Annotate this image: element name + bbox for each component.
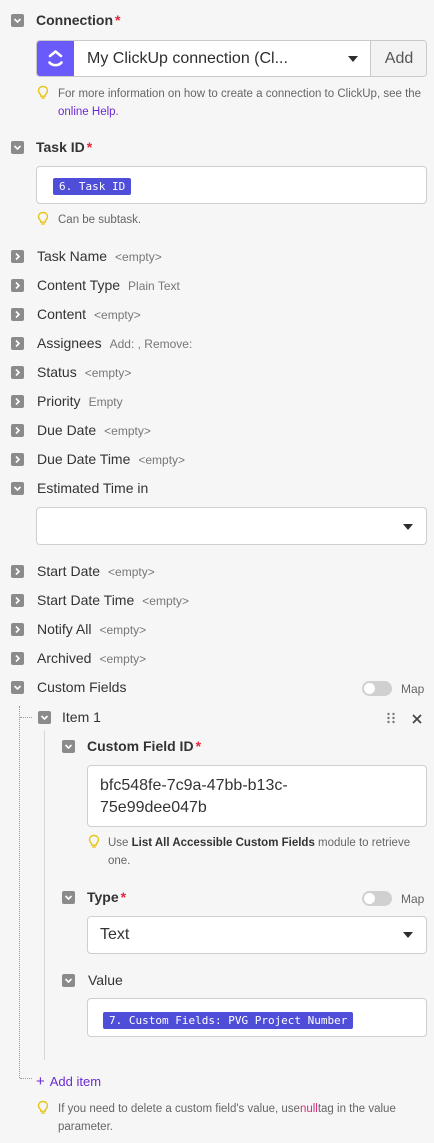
- expand-toggle-start-date[interactable]: [11, 565, 24, 578]
- connection-collapse-toggle[interactable]: [11, 14, 24, 27]
- type-map-label: Map: [401, 892, 425, 906]
- chevron-right-icon: [15, 596, 21, 605]
- custom-fields-collapse-toggle[interactable]: [11, 681, 24, 694]
- value-mapped-pill[interactable]: 7. Custom Fields: PVG Project Number: [103, 1012, 354, 1029]
- chevron-down-icon: [64, 895, 73, 901]
- type-collapse-toggle[interactable]: [62, 891, 75, 904]
- field-notify-all: Notify All <empty>: [37, 621, 147, 637]
- field-content-type: Content Type Plain Text: [37, 277, 180, 293]
- tree-branch: [20, 717, 32, 718]
- chevron-down-icon: [13, 685, 22, 691]
- estimated-time-collapse-toggle[interactable]: [11, 482, 24, 495]
- value-label: Value: [88, 972, 123, 988]
- expand-toggle-status[interactable]: [11, 366, 24, 379]
- connection-label: Connection *: [36, 12, 121, 28]
- drag-handle-icon[interactable]: [385, 711, 397, 725]
- chevron-right-icon: [15, 368, 21, 377]
- connection-hint: For more information on how to create a …: [58, 88, 422, 118]
- expand-toggle-start-date-time[interactable]: [11, 594, 24, 607]
- chevron-right-icon: [15, 252, 21, 261]
- lightbulb-icon: [88, 834, 100, 850]
- clickup-logo-icon: [37, 41, 74, 76]
- field-due-date-time: Due Date Time <empty>: [37, 451, 186, 467]
- chevron-right-icon: [15, 654, 21, 663]
- chevron-down-icon: [64, 744, 73, 750]
- chevron-down-icon: [13, 145, 22, 151]
- custom-fields-map-toggle[interactable]: [362, 681, 392, 696]
- chevron-down-icon: [13, 486, 22, 492]
- field-due-date: Due Date <empty>: [37, 422, 151, 438]
- expand-toggle-notify-all[interactable]: [11, 623, 24, 636]
- custom-field-id-hint: Use List All Accessible Custom Fields mo…: [108, 837, 411, 867]
- type-label: Type *: [87, 889, 127, 905]
- item-1-label: Item 1: [62, 709, 101, 725]
- estimated-time-label: Estimated Time in: [37, 480, 149, 496]
- lightbulb-icon: [37, 85, 49, 101]
- field-content: Content <empty>: [37, 306, 141, 322]
- field-assignees: Assignees Add: , Remove:: [37, 335, 193, 351]
- add-item-button[interactable]: + Add item: [36, 1073, 101, 1090]
- estimated-time-select[interactable]: [36, 507, 427, 545]
- tree-line: [19, 706, 20, 1078]
- chevron-right-icon: [15, 567, 21, 576]
- task-id-collapse-toggle[interactable]: [11, 141, 24, 154]
- chevron-down-icon: [403, 524, 413, 530]
- close-icon[interactable]: [411, 712, 423, 724]
- custom-fields-map-label: Map: [401, 682, 425, 696]
- item-guide-line: [44, 730, 45, 1060]
- chevron-down-icon: [40, 715, 49, 721]
- add-connection-button[interactable]: Add: [370, 41, 426, 76]
- chevron-down-icon: [64, 978, 73, 984]
- chevron-right-icon: [15, 426, 21, 435]
- type-value: Text: [100, 926, 130, 943]
- chevron-down-icon: [348, 56, 358, 62]
- item-1-collapse-toggle[interactable]: [38, 711, 51, 724]
- expand-toggle-due-date[interactable]: [11, 424, 24, 437]
- custom-field-id-collapse-toggle[interactable]: [62, 740, 75, 753]
- tree-branch: [20, 1078, 32, 1079]
- field-status: Status <empty>: [37, 364, 132, 380]
- custom-field-id-input[interactable]: bfc548fe-7c9a-47bb-b13c- 75e99dee047b: [87, 765, 427, 827]
- online-help-link[interactable]: online Help: [58, 106, 116, 118]
- custom-field-id-label: Custom Field ID *: [87, 738, 202, 754]
- connection-value: My ClickUp connection (Cl...: [87, 50, 288, 67]
- chevron-right-icon: [15, 281, 21, 290]
- task-id-input[interactable]: 6. Task ID: [36, 166, 427, 204]
- expand-toggle-assignees[interactable]: [11, 337, 24, 350]
- field-archived: Archived <empty>: [37, 650, 147, 666]
- plus-icon: +: [36, 1073, 45, 1090]
- custom-field-id-value: bfc548fe-7c9a-47bb-b13c- 75e99dee047b: [100, 777, 288, 816]
- chevron-right-icon: [15, 310, 21, 319]
- task-id-mapped-pill[interactable]: 6. Task ID: [53, 178, 132, 195]
- type-select[interactable]: Text: [87, 916, 427, 954]
- expand-toggle-priority[interactable]: [11, 395, 24, 408]
- connection-select[interactable]: My ClickUp connection (Cl... Add: [36, 40, 427, 77]
- add-item-label: Add item: [49, 1074, 102, 1089]
- custom-fields-hint: If you need to delete a custom field's v…: [58, 1103, 396, 1133]
- value-collapse-toggle[interactable]: [62, 974, 75, 987]
- chevron-down-icon: [13, 18, 22, 24]
- custom-fields-label: Custom Fields: [37, 679, 127, 695]
- expand-toggle-task-name[interactable]: [11, 250, 24, 263]
- chevron-right-icon: [15, 455, 21, 464]
- lightbulb-icon: [37, 211, 49, 227]
- chevron-right-icon: [15, 397, 21, 406]
- expand-toggle-due-date-time[interactable]: [11, 453, 24, 466]
- field-task-name: Task Name <empty>: [37, 248, 162, 264]
- type-map-toggle[interactable]: [362, 891, 392, 906]
- task-id-hint: Can be subtask.: [58, 214, 142, 226]
- chevron-right-icon: [15, 625, 21, 634]
- field-start-date: Start Date <empty>: [37, 563, 155, 579]
- chevron-down-icon: [403, 932, 413, 938]
- lightbulb-icon: [37, 1100, 49, 1116]
- chevron-right-icon: [15, 339, 21, 348]
- field-priority: Priority Empty: [37, 393, 123, 409]
- add-connection-label: Add: [384, 50, 414, 67]
- field-start-date-time: Start Date Time <empty>: [37, 592, 189, 608]
- expand-toggle-content[interactable]: [11, 308, 24, 321]
- expand-toggle-archived[interactable]: [11, 652, 24, 665]
- task-id-label: Task ID *: [36, 139, 93, 155]
- value-input[interactable]: 7. Custom Fields: PVG Project Number: [87, 998, 427, 1037]
- expand-toggle-content-type[interactable]: [11, 279, 24, 292]
